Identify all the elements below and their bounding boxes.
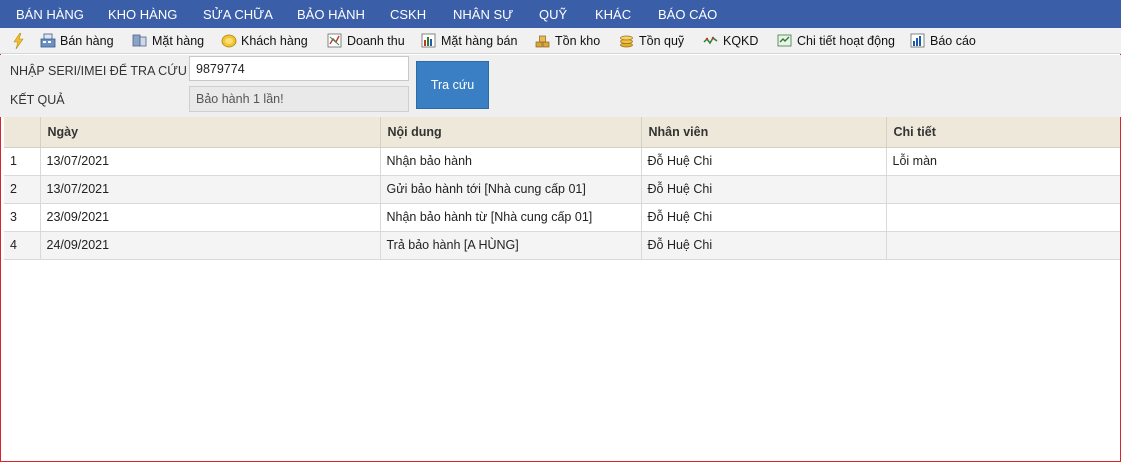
row-content: Trả bảo hành [A HÙNG] [380, 231, 642, 260]
toolbar-mat-hang-ban[interactable]: Mặt hàng bán [421, 33, 517, 48]
table-row[interactable]: 4 24/09/2021 Trả bảo hành [A HÙNG] Đỗ Hu… [4, 231, 1120, 260]
row-staff: Đỗ Huệ Chi [641, 203, 887, 232]
nav-bao-cao[interactable]: BÁO CÁO [658, 7, 717, 22]
activity-icon [777, 33, 792, 48]
toolbar-doanh-thu[interactable]: Doanh thu [327, 33, 405, 48]
product-icon [132, 33, 147, 48]
row-date: 13/07/2021 [40, 147, 381, 176]
toolbar-label: Mặt hàng [152, 33, 205, 48]
row-date: 13/07/2021 [40, 175, 381, 204]
row-date: 23/09/2021 [40, 203, 381, 232]
result-field: Bảo hành 1 lần! [189, 86, 409, 112]
row-content: Gửi bảo hành tới [Nhà cung cấp 01] [380, 175, 642, 204]
toolbar-label: Khách hàng [241, 33, 308, 48]
row-index: 1 [4, 147, 41, 176]
lightning-icon[interactable] [11, 32, 26, 50]
search-panel: NHẬP SERI/IMEI ĐỂ TRA CỨU KẾT QUẢ Bảo hà… [0, 55, 1121, 117]
nav-khac[interactable]: KHÁC [595, 7, 631, 22]
col-content-header[interactable]: Nội dung [380, 117, 642, 148]
toolbar-ban-hang[interactable]: Bán hàng [40, 33, 114, 48]
stock-icon [535, 33, 550, 48]
toolbar-khach-hang[interactable]: Khách hàng [221, 33, 308, 48]
line-chart-icon [703, 33, 718, 48]
toolbar-label: Bán hàng [60, 33, 114, 48]
toolbar-bao-cao[interactable]: Báo cáo [910, 33, 976, 48]
table-row[interactable]: 2 13/07/2021 Gửi bảo hành tới [Nhà cung … [4, 175, 1120, 204]
warranty-history-table: Ngày Nội dung Nhân viên Chi tiết 1 13/07… [4, 117, 1120, 260]
nav-ban-hang[interactable]: BÁN HÀNG [16, 7, 84, 22]
revenue-icon [327, 33, 342, 48]
toolbar-label: Mặt hàng bán [441, 33, 518, 48]
col-detail-header[interactable]: Chi tiết [886, 117, 1120, 148]
table-row[interactable]: 1 13/07/2021 Nhận bảo hành Đỗ Huệ Chi Lỗ… [4, 147, 1120, 176]
row-index: 3 [4, 203, 41, 232]
toolbar-ton-quy[interactable]: Tồn quỹ [619, 33, 684, 48]
coins-icon [619, 33, 634, 48]
toolbar-mat-hang[interactable]: Mặt hàng [132, 33, 204, 48]
row-detail: Lỗi màn [886, 147, 1120, 176]
nav-sua-chua[interactable]: SỬA CHỮA [203, 7, 273, 22]
col-staff-header[interactable]: Nhân viên [641, 117, 887, 148]
row-staff: Đỗ Huệ Chi [641, 231, 887, 260]
row-staff: Đỗ Huệ Chi [641, 147, 887, 176]
toolbar-label: KQKD [723, 33, 759, 48]
row-detail [886, 231, 1120, 260]
toolbar-kqkd[interactable]: KQKD [703, 33, 758, 48]
col-index-header [4, 117, 41, 148]
row-content: Nhận bảo hành [380, 147, 642, 176]
customer-icon [221, 33, 237, 48]
toolbar-label: Tồn quỹ [639, 33, 685, 48]
nav-bao-hanh[interactable]: BẢO HÀNH [297, 7, 365, 22]
report-icon [910, 33, 925, 48]
toolbar-ton-kho[interactable]: Tồn kho [535, 33, 600, 48]
toolbar: Bán hàng Mặt hàng Khách hàng Doanh thu M… [0, 28, 1121, 54]
nav-cskh[interactable]: CSKH [390, 7, 426, 22]
result-label: KẾT QUẢ [10, 93, 65, 107]
toolbar-label: Doanh thu [347, 33, 405, 48]
row-date: 24/09/2021 [40, 231, 381, 260]
seri-input[interactable] [189, 56, 409, 81]
seri-label: NHẬP SERI/IMEI ĐỂ TRA CỨU [10, 64, 187, 78]
toolbar-label: Tồn kho [555, 33, 601, 48]
top-nav: BÁN HÀNG KHO HÀNG SỬA CHỮA BẢO HÀNH CSKH… [0, 0, 1121, 28]
search-button[interactable]: Tra cứu [416, 61, 489, 109]
nav-nhan-su[interactable]: NHÂN SỰ [453, 7, 513, 22]
row-index: 4 [4, 231, 41, 260]
cashier-icon [40, 33, 56, 48]
row-detail [886, 175, 1120, 204]
nav-quy[interactable]: QUỸ [539, 7, 567, 22]
table-row[interactable]: 3 23/09/2021 Nhận bảo hành từ [Nhà cung … [4, 203, 1120, 232]
toolbar-label: Báo cáo [930, 33, 976, 48]
col-date-header[interactable]: Ngày [40, 117, 381, 148]
row-content: Nhận bảo hành từ [Nhà cung cấp 01] [380, 203, 642, 232]
table-header-row: Ngày Nội dung Nhân viên Chi tiết [4, 117, 1120, 148]
bar-chart-icon [421, 33, 436, 48]
nav-kho-hang[interactable]: KHO HÀNG [108, 7, 177, 22]
toolbar-label: Chi tiết hoạt động [797, 33, 895, 48]
toolbar-chi-tiet-hoat-dong[interactable]: Chi tiết hoạt động [777, 33, 895, 48]
row-detail [886, 203, 1120, 232]
row-index: 2 [4, 175, 41, 204]
row-staff: Đỗ Huệ Chi [641, 175, 887, 204]
